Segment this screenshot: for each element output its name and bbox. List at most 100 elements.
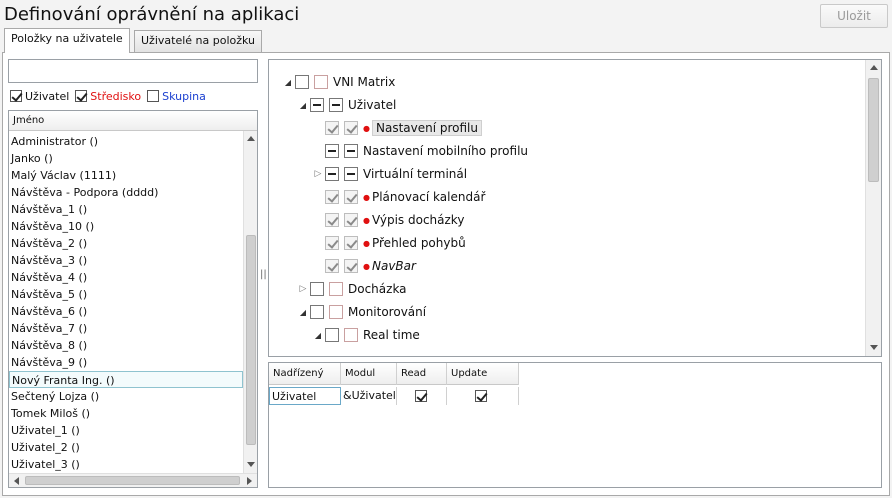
- column-header-name[interactable]: Jméno: [9, 111, 257, 131]
- red-dot-icon: ●: [363, 238, 370, 248]
- tree-scroll-up-icon[interactable]: [870, 65, 878, 70]
- tree-node[interactable]: ● Výpis docházky: [311, 210, 464, 230]
- user-row[interactable]: Návštěva_2 (): [9, 235, 243, 252]
- tree-node[interactable]: Nastavení mobilního profilu: [311, 141, 528, 161]
- expanded-arrow-icon[interactable]: ◢: [296, 101, 310, 110]
- tree-node[interactable]: ● Plánovací kalendář: [311, 187, 485, 207]
- tree-node-checkbox[interactable]: [310, 305, 324, 319]
- tree-node[interactable]: ◢ Monitorování: [296, 302, 426, 322]
- scroll-down-icon[interactable]: [247, 462, 255, 467]
- user-row[interactable]: Návštěva_10 (): [9, 218, 243, 235]
- cell-read[interactable]: [397, 387, 447, 405]
- tree-node-secondary-checkbox[interactable]: [344, 213, 358, 227]
- cell-superior[interactable]: Uživatel: [269, 387, 341, 405]
- tree-node-checkbox[interactable]: [325, 121, 339, 135]
- users-scroll-thumb[interactable]: [246, 235, 256, 445]
- filter-user-checkbox[interactable]: [10, 90, 22, 102]
- save-button[interactable]: Uložit: [820, 4, 888, 28]
- tree-scroll-thumb[interactable]: [868, 78, 879, 182]
- tree-node-secondary-checkbox[interactable]: [329, 305, 343, 319]
- users-vertical-scrollbar[interactable]: [243, 131, 257, 473]
- read-checkbox[interactable]: [415, 390, 427, 402]
- user-row[interactable]: Návštěva - Podpora (dddd): [9, 184, 243, 201]
- expanded-arrow-icon[interactable]: ◢: [296, 308, 310, 317]
- user-row[interactable]: Administrator (): [9, 133, 243, 150]
- user-row[interactable]: Janko (): [9, 150, 243, 167]
- filter-center-checkbox[interactable]: [75, 90, 88, 102]
- tree-node-label: Plánovací kalendář: [371, 190, 486, 204]
- user-row[interactable]: Uživatel_3 (): [9, 456, 243, 473]
- splitter-handle[interactable]: ||: [260, 268, 267, 282]
- tree-node-checkbox[interactable]: [325, 144, 339, 158]
- column-header-module[interactable]: Modul: [341, 363, 397, 385]
- scroll-left-icon[interactable]: [14, 477, 19, 485]
- filter-group-label: Skupina: [162, 89, 206, 103]
- tree-node-secondary-checkbox[interactable]: [344, 236, 358, 250]
- filter-center-label: Středisko: [90, 89, 142, 103]
- users-grid: Jméno Administrator () Janko () Malý Václa…: [8, 110, 258, 488]
- user-row[interactable]: Návštěva_9 (): [9, 354, 243, 371]
- permissions-grid: Nadřízený Modul Read Update Uživatel &Už…: [268, 362, 882, 488]
- tree-node-secondary-checkbox[interactable]: [344, 259, 358, 273]
- user-row[interactable]: Návštěva_4 (): [9, 269, 243, 286]
- collapsed-arrow-icon[interactable]: ▷: [296, 284, 310, 294]
- tree-node[interactable]: ● Přehled pohybů: [311, 233, 466, 253]
- tree-node[interactable]: ▷ Docházka: [296, 279, 407, 299]
- tree-node-checkbox[interactable]: [310, 98, 324, 112]
- tree-node-label: Nastavení mobilního profilu: [363, 144, 529, 158]
- tree-node-secondary-checkbox[interactable]: [344, 190, 358, 204]
- tree-node[interactable]: ◢ VNI Matrix: [281, 72, 395, 92]
- user-row[interactable]: Malý Václav (1111): [9, 167, 243, 184]
- scroll-up-icon[interactable]: [247, 136, 255, 141]
- user-row[interactable]: Návštěva_7 (): [9, 320, 243, 337]
- tree-node[interactable]: ◢ Uživatel: [296, 95, 396, 115]
- tree-vertical-scrollbar[interactable]: [865, 60, 881, 356]
- scroll-right-icon[interactable]: [247, 477, 252, 485]
- user-row[interactable]: Návštěva_1 (): [9, 201, 243, 218]
- user-row[interactable]: Návštěva_5 (): [9, 286, 243, 303]
- tree-node-checkbox[interactable]: [325, 259, 339, 273]
- tree-node-checkbox[interactable]: [325, 213, 339, 227]
- tree-node-checkbox[interactable]: [295, 75, 309, 89]
- tree-node-checkbox[interactable]: [325, 236, 339, 250]
- user-row[interactable]: Nový Franta Ing. (): [9, 371, 243, 388]
- tree-node[interactable]: ● NavBar: [311, 256, 416, 276]
- expanded-arrow-icon[interactable]: ◢: [281, 78, 295, 87]
- tree-node-checkbox[interactable]: [325, 167, 339, 181]
- cell-update[interactable]: [447, 387, 519, 405]
- tree-node-secondary-checkbox[interactable]: [329, 98, 343, 112]
- tree-node-secondary-checkbox[interactable]: [344, 121, 358, 135]
- tree-node-secondary-checkbox[interactable]: [344, 167, 358, 181]
- tree-node[interactable]: ● Nastavení profilu: [311, 118, 482, 138]
- collapsed-arrow-icon[interactable]: ▷: [311, 169, 325, 179]
- users-horizontal-scrollbar[interactable]: [9, 473, 257, 487]
- user-row[interactable]: Uživatel_1 (): [9, 422, 243, 439]
- tree-node-checkbox[interactable]: [325, 328, 339, 342]
- user-row[interactable]: Tomek Miloš (): [9, 405, 243, 422]
- tree-node-checkbox[interactable]: [325, 190, 339, 204]
- update-checkbox[interactable]: [475, 390, 487, 402]
- tree-node-secondary-checkbox[interactable]: [344, 328, 358, 342]
- tab-users-per-item[interactable]: Uživatelé na položku: [134, 30, 263, 52]
- tree-node-checkbox[interactable]: [310, 282, 324, 296]
- search-input[interactable]: [8, 59, 258, 83]
- filter-group-checkbox[interactable]: [147, 90, 160, 102]
- expanded-arrow-icon[interactable]: ◢: [311, 331, 325, 340]
- tree-node[interactable]: ◢ Real time: [311, 325, 420, 345]
- tab-items-per-user[interactable]: Položky na uživatele: [4, 28, 130, 53]
- tree-node-secondary-checkbox[interactable]: [344, 144, 358, 158]
- column-header-update[interactable]: Update: [447, 363, 519, 385]
- tree-node-secondary-checkbox[interactable]: [329, 282, 343, 296]
- user-row[interactable]: Uživatel_2 (): [9, 439, 243, 456]
- tree-node[interactable]: ▷ Virtuální terminál: [311, 164, 467, 184]
- user-row[interactable]: Návštěva_3 (): [9, 252, 243, 269]
- user-row[interactable]: Návštěva_6 (): [9, 303, 243, 320]
- user-row[interactable]: Návštěva_8 (): [9, 337, 243, 354]
- column-header-read[interactable]: Read: [397, 363, 447, 385]
- user-row[interactable]: Sečtený Lojza (): [9, 388, 243, 405]
- column-header-superior[interactable]: Nadřízený: [269, 363, 341, 385]
- tree-scroll-down-icon[interactable]: [870, 345, 878, 350]
- users-hscroll-thumb[interactable]: [25, 476, 240, 485]
- tree-node-secondary-checkbox[interactable]: [314, 75, 328, 89]
- tree-node-label: Monitorování: [348, 305, 427, 319]
